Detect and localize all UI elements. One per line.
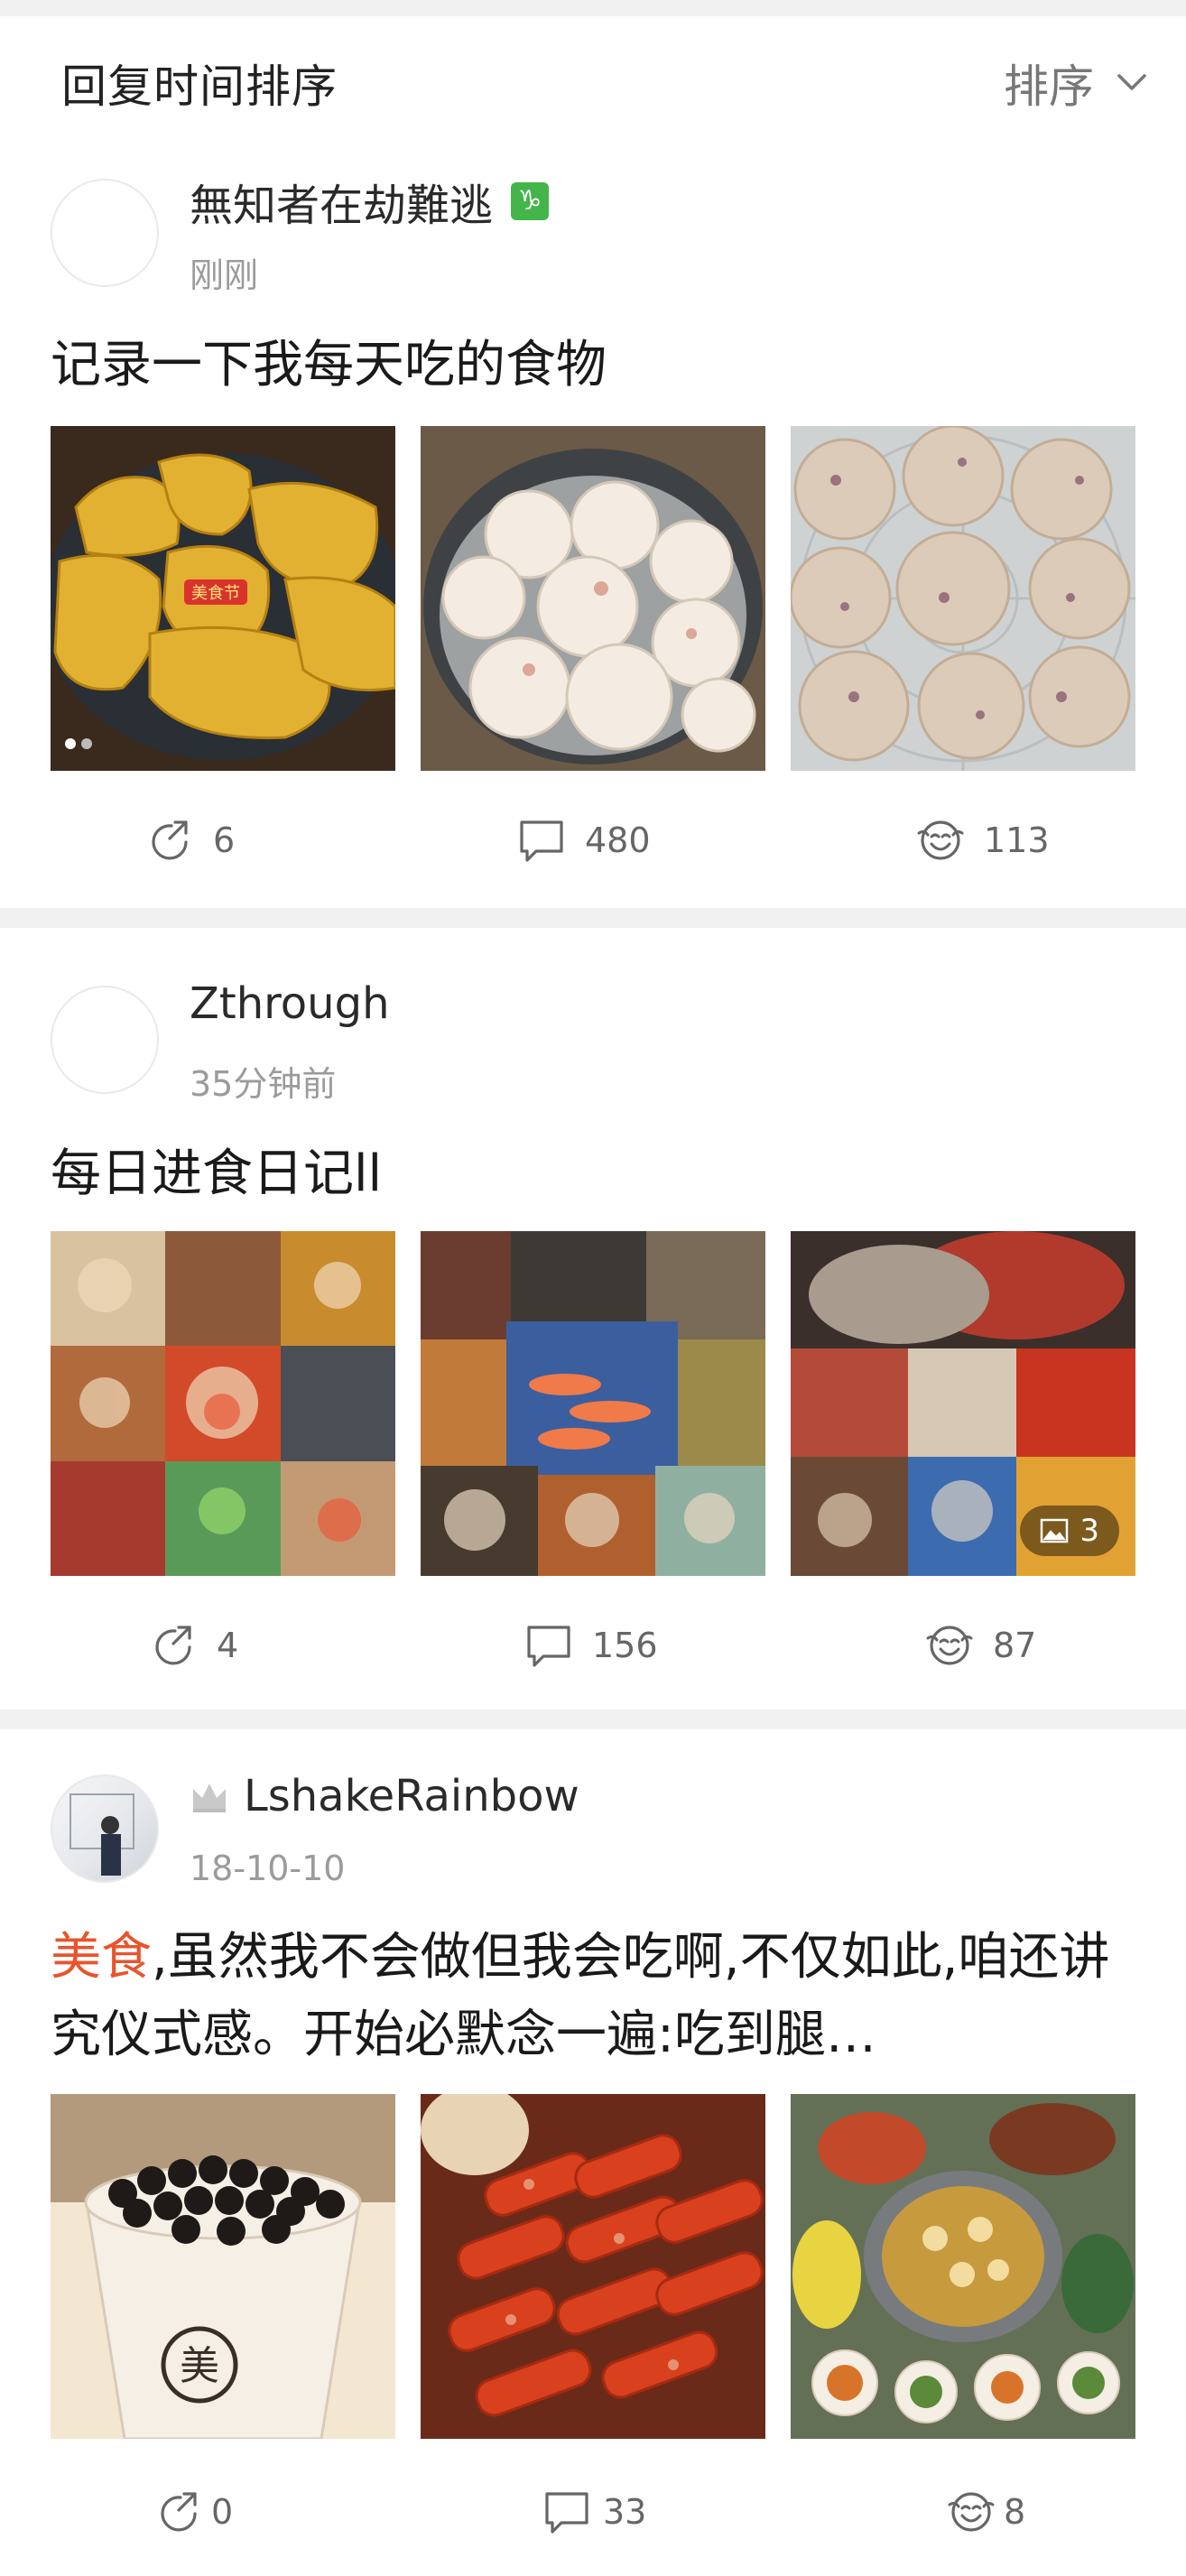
post-card[interactable]: Zthrough 35分钟前 每日进食日记ll 3 4 156 87	[0, 928, 1186, 1710]
repost-button[interactable]: 6	[144, 800, 235, 881]
post-image[interactable]	[421, 426, 765, 771]
post-card[interactable]: 無知者在劫難逃 ♑ 刚刚 记录一下我每天吃的食物 美食节 6 480 113	[0, 132, 1186, 908]
like-icon	[917, 820, 964, 860]
comment-icon	[545, 2492, 588, 2534]
post-time: 35分钟前	[190, 1064, 337, 1104]
like-button[interactable]: 113	[915, 800, 1050, 881]
like-count: 8	[1004, 2492, 1026, 2532]
post-username: Zthrough	[190, 978, 390, 1029]
comment-button[interactable]: 156	[524, 1605, 658, 1686]
repost-icon	[155, 1626, 191, 1665]
post-text[interactable]: 每日进食日记ll	[51, 1135, 1150, 1213]
post-image[interactable]: 3	[791, 1231, 1135, 1576]
like-count: 87	[993, 1626, 1037, 1665]
comment-icon	[520, 820, 563, 862]
post-separator	[0, 1710, 1186, 1729]
post-username: 無知者在劫難逃	[190, 181, 494, 231]
post-actions: 6 480 113	[0, 800, 1186, 881]
avatar[interactable]	[51, 1774, 159, 1883]
post-image[interactable]: 美食节	[51, 426, 395, 771]
comment-icon	[527, 1626, 570, 1667]
post-image[interactable]	[51, 1231, 395, 1576]
post-image[interactable]	[791, 426, 1135, 771]
cup-logo-text: 美	[180, 2343, 219, 2389]
avatar[interactable]	[51, 179, 159, 287]
comment-count: 33	[603, 2492, 647, 2532]
post-text-highlight[interactable]: 美食	[51, 1928, 152, 1987]
post-text-body: 每日进食日记ll	[51, 1144, 383, 1203]
like-button[interactable]: 87	[924, 1605, 1036, 1686]
post-image[interactable]: 美	[51, 2094, 395, 2439]
post-time: 刚刚	[190, 255, 259, 295]
post-text-body: ,虽然我不会做但我会吃啊,不仅如此,咱还讲究仪式感。开始必默念一遍:吃到腿…	[51, 1928, 1110, 2064]
post-username-row[interactable]: 無知者在劫難逃 ♑	[190, 170, 550, 233]
post-text-body: 记录一下我每天吃的食物	[51, 336, 607, 394]
post-actions: 0 33 8	[0, 2471, 1186, 2553]
repost-button[interactable]: 0	[153, 2471, 233, 2553]
post-card[interactable]: LshakeRainbow 18-10-10 美食,虽然我不会做但我会吃啊,不仅…	[0, 1729, 1186, 2576]
repost-icon	[152, 820, 188, 860]
post-actions: 4 156 87	[0, 1605, 1186, 1686]
post-image[interactable]	[421, 2094, 765, 2439]
comment-count: 480	[585, 820, 651, 860]
chevron-down-icon	[1117, 74, 1146, 90]
post-image[interactable]	[421, 1231, 765, 1576]
repost-count: 6	[213, 820, 236, 860]
post-text[interactable]: 记录一下我每天吃的食物	[51, 327, 1150, 404]
more-images-count: 3	[1079, 1513, 1099, 1549]
repost-button[interactable]: 4	[148, 1605, 238, 1686]
sort-dropdown[interactable]: 排序	[1004, 51, 1150, 116]
sort-dropdown-label: 排序	[1004, 60, 1094, 113]
image-icon	[1041, 1518, 1069, 1543]
crown-icon	[193, 1784, 226, 1812]
more-images-badge[interactable]: 3	[1020, 1506, 1119, 1556]
comment-count: 156	[592, 1626, 658, 1665]
post-username-row[interactable]: LshakeRainbow	[190, 1771, 579, 1821]
repost-count: 0	[211, 2492, 234, 2532]
avatar[interactable]	[51, 986, 159, 1094]
post-text[interactable]: 美食,虽然我不会做但我会吃啊,不仅如此,咱还讲究仪式感。开始必默念一遍:吃到腿…	[51, 1919, 1150, 2074]
like-count: 113	[984, 820, 1050, 860]
zodiac-badge-icon: ♑	[511, 182, 550, 220]
post-time: 18-10-10	[190, 1849, 346, 1888]
post-username: LshakeRainbow	[244, 1771, 579, 1821]
post-image[interactable]	[791, 2094, 1135, 2439]
top-separator	[0, 0, 1186, 16]
post-images: 美	[51, 2094, 1135, 2439]
comment-button[interactable]: 33	[542, 2471, 646, 2553]
post-images: 3	[51, 1231, 1135, 1576]
sort-bar: 回复时间排序 排序	[0, 16, 1186, 132]
post-username-row[interactable]: Zthrough	[190, 978, 389, 1029]
post-images: 美食节	[51, 426, 1135, 771]
repost-count: 4	[217, 1626, 239, 1665]
post-separator	[0, 908, 1186, 928]
like-icon	[926, 1626, 973, 1665]
sort-title: 回复时间排序	[61, 60, 338, 113]
image-stamp-text: 美食节	[191, 584, 240, 603]
comment-button[interactable]: 480	[516, 800, 651, 881]
like-button[interactable]: 8	[946, 2471, 1025, 2553]
like-icon	[948, 2492, 995, 2532]
repost-icon	[161, 2492, 197, 2532]
